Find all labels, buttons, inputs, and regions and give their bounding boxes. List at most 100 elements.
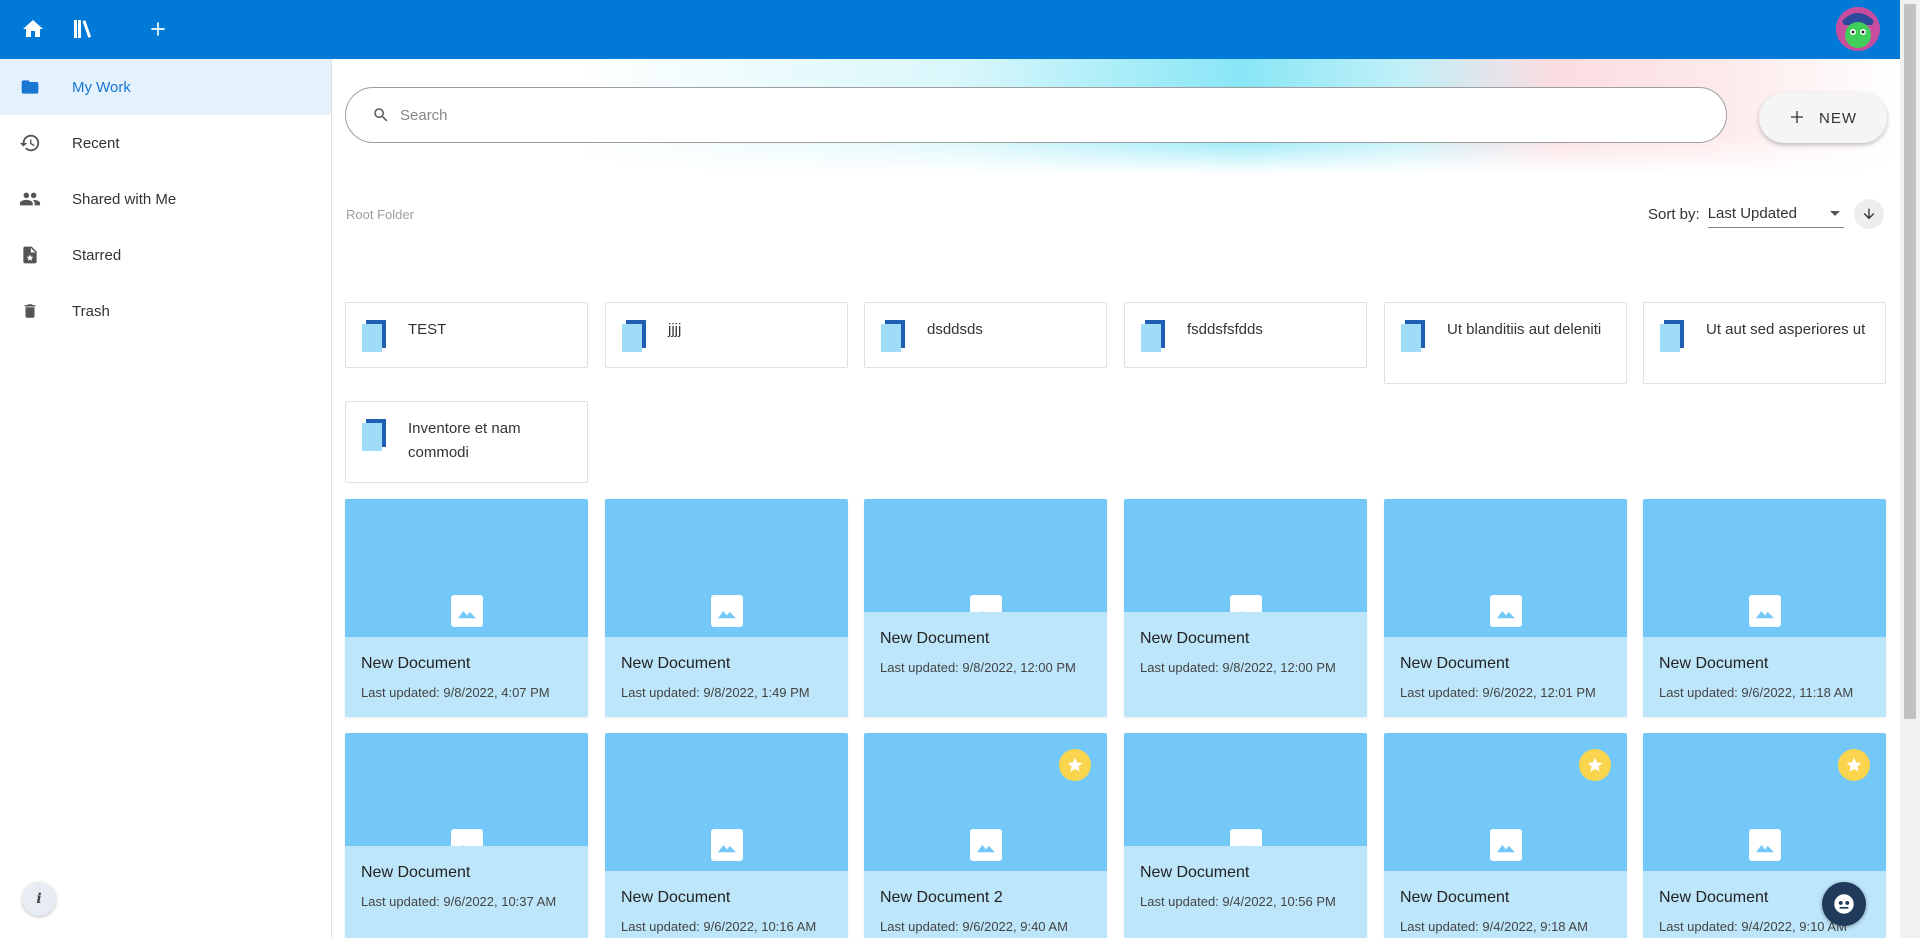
search-icon xyxy=(374,108,388,122)
document-stack-icon xyxy=(362,419,386,451)
folder-name: Ut aut sed asperiores ut xyxy=(1706,321,1866,338)
sidebar-item-starred[interactable]: Starred xyxy=(0,227,331,283)
document-card[interactable]: New Document Last updated: 9/6/2022, 10:… xyxy=(605,733,848,938)
sidebar: My Work Recent Shared with Me Starred Tr… xyxy=(0,59,332,938)
sidebar-item-shared-with-me[interactable]: Shared with Me xyxy=(0,171,331,227)
star-icon xyxy=(1067,757,1083,772)
sort-direction-button[interactable] xyxy=(1853,199,1884,229)
assistant-bot-button[interactable] xyxy=(1822,882,1866,926)
star-badge[interactable] xyxy=(1838,749,1870,781)
search-input[interactable]: Search xyxy=(345,87,1727,143)
sidebar-item-label: Starred xyxy=(72,246,122,264)
chevron-down-icon xyxy=(1829,211,1840,216)
search-placeholder: Search xyxy=(400,106,448,124)
document-title: New Document xyxy=(1659,655,1769,672)
document-card[interactable]: New Document Last updated: 9/8/2022, 12:… xyxy=(1124,499,1367,717)
star-badge[interactable] xyxy=(1059,749,1091,781)
document-updated: Last updated: 9/6/2022, 10:37 AM xyxy=(361,894,557,909)
folder-card[interactable]: Ut aut sed asperiores ut xyxy=(1643,302,1886,384)
sidebar-item-trash[interactable]: Trash xyxy=(0,283,331,339)
document-card[interactable]: New Document Last updated: 9/6/2022, 11:… xyxy=(1643,499,1886,717)
document-title: New Document xyxy=(1140,864,1250,881)
folder-name: fsddsfsfdds xyxy=(1187,321,1263,338)
document-updated: Last updated: 9/8/2022, 12:00 PM xyxy=(880,660,1076,675)
sidebar-item-label: Trash xyxy=(72,302,110,320)
image-placeholder-icon xyxy=(1490,829,1522,861)
sort-label: Sort by: xyxy=(1648,205,1700,223)
folder-name: TEST xyxy=(408,321,447,338)
document-card[interactable]: New Document Last updated: 9/8/2022, 1:4… xyxy=(605,499,848,717)
breadcrumb[interactable]: Root Folder xyxy=(346,207,414,222)
scrollbar-thumb[interactable] xyxy=(1904,4,1916,719)
document-title: New Document xyxy=(621,655,731,672)
image-placeholder-icon xyxy=(970,829,1002,861)
sidebar-item-my-work[interactable]: My Work xyxy=(0,59,331,115)
folder-card[interactable]: Ut blanditiis aut deleniti xyxy=(1384,302,1627,384)
star-icon xyxy=(1846,757,1862,772)
main-content: Search NEW Root Folder Sort by: Last Upd… xyxy=(333,59,1900,938)
document-card[interactable]: New Document Last updated: 9/8/2022, 12:… xyxy=(864,499,1107,717)
plus-icon xyxy=(1789,106,1805,130)
document-stack-icon xyxy=(1141,320,1165,352)
document-info: New Document Last updated: 9/6/2022, 10:… xyxy=(345,846,588,938)
image-placeholder-icon xyxy=(1749,829,1781,861)
arrow-down-icon xyxy=(1863,208,1874,220)
sidebar-item-label: Recent xyxy=(72,134,120,152)
document-stack-icon xyxy=(622,320,646,352)
folder-card[interactable]: TEST xyxy=(345,302,588,368)
document-card[interactable]: New Document Last updated: 9/6/2022, 12:… xyxy=(1384,499,1627,717)
folder-name: Inventore et nam commodi xyxy=(408,420,521,461)
document-card[interactable]: New Document Last updated: 9/6/2022, 10:… xyxy=(345,733,588,938)
document-stack-icon xyxy=(881,320,905,352)
add-icon[interactable] xyxy=(143,14,173,44)
sidebar-item-recent[interactable]: Recent xyxy=(0,115,331,171)
document-stack-icon xyxy=(1660,320,1684,352)
document-card[interactable]: New Document 2 Last updated: 9/6/2022, 9… xyxy=(864,733,1107,938)
document-updated: Last updated: 9/6/2022, 12:01 PM xyxy=(1400,685,1596,700)
info-icon: i xyxy=(36,891,42,907)
sort-control: Sort by: Last Updated xyxy=(1648,199,1884,229)
folder-name: Ut blanditiis aut deleniti xyxy=(1447,321,1602,338)
folder-icon xyxy=(18,75,42,99)
history-icon xyxy=(18,131,42,155)
folder-name: dsddsds xyxy=(927,321,983,338)
info-button[interactable]: i xyxy=(22,882,56,916)
document-updated: Last updated: 9/8/2022, 1:49 PM xyxy=(621,685,810,700)
star-badge[interactable] xyxy=(1579,749,1611,781)
library-icon[interactable] xyxy=(68,14,98,44)
document-card[interactable]: New Document Last updated: 9/4/2022, 9:1… xyxy=(1384,733,1627,938)
document-updated: Last updated: 9/8/2022, 12:00 PM xyxy=(1140,660,1336,675)
document-title: New Document xyxy=(1140,630,1250,647)
home-icon[interactable] xyxy=(18,14,48,44)
new-button[interactable]: NEW xyxy=(1759,93,1887,143)
document-title: New Document xyxy=(1400,889,1510,906)
document-info: New Document Last updated: 9/8/2022, 1:4… xyxy=(605,637,848,717)
top-app-bar xyxy=(0,0,1900,59)
document-updated: Last updated: 9/6/2022, 10:16 AM xyxy=(621,919,817,934)
document-info: New Document Last updated: 9/4/2022, 10:… xyxy=(1124,846,1367,938)
image-placeholder-icon xyxy=(1490,595,1522,627)
starred-file-icon xyxy=(18,243,42,267)
document-card[interactable]: New Document Last updated: 9/4/2022, 10:… xyxy=(1124,733,1367,938)
document-info: New Document Last updated: 9/8/2022, 4:0… xyxy=(345,637,588,717)
document-info: New Document Last updated: 9/8/2022, 12:… xyxy=(864,612,1107,717)
folder-card[interactable]: Inventore et nam commodi xyxy=(345,401,588,483)
image-placeholder-icon xyxy=(1749,595,1781,627)
avatar[interactable] xyxy=(1836,7,1880,51)
document-stack-icon xyxy=(362,320,386,352)
sort-select[interactable]: Last Updated xyxy=(1707,200,1844,228)
document-updated: Last updated: 9/4/2022, 10:56 PM xyxy=(1140,894,1336,909)
document-info: New Document Last updated: 9/6/2022, 10:… xyxy=(605,871,848,938)
folder-card[interactable]: dsddsds xyxy=(864,302,1107,368)
scrollbar[interactable] xyxy=(1900,0,1920,938)
document-card[interactable]: New Document Last updated: 9/8/2022, 4:0… xyxy=(345,499,588,717)
folder-card[interactable]: jjjj xyxy=(605,302,848,368)
folder-card[interactable]: fsddsfsfdds xyxy=(1124,302,1367,368)
document-info: New Document Last updated: 9/6/2022, 12:… xyxy=(1384,637,1627,717)
document-info: New Document Last updated: 9/6/2022, 11:… xyxy=(1643,637,1886,717)
document-info: New Document Last updated: 9/8/2022, 12:… xyxy=(1124,612,1367,717)
new-button-label: NEW xyxy=(1819,109,1857,127)
document-updated: Last updated: 9/6/2022, 9:40 AM xyxy=(880,919,1068,934)
document-title: New Document xyxy=(880,630,990,647)
document-updated: Last updated: 9/4/2022, 9:18 AM xyxy=(1400,919,1588,934)
